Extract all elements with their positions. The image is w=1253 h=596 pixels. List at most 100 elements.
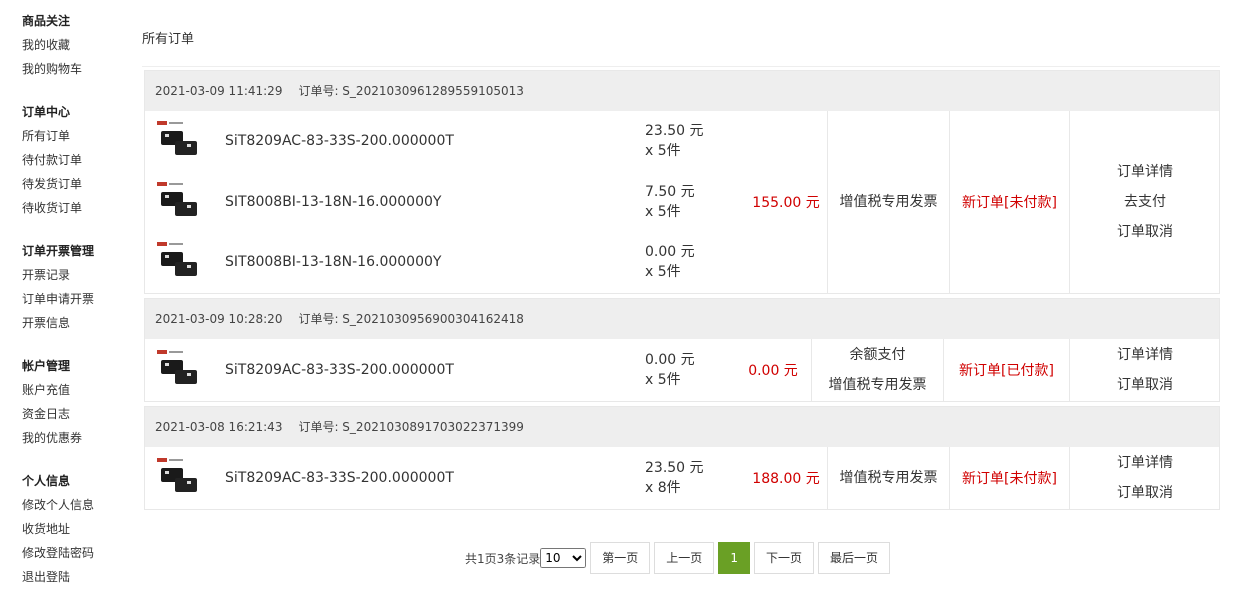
sidebar-item-recharge[interactable]: 账户充值 bbox=[22, 378, 132, 402]
next-page-button[interactable]: 下一页 bbox=[753, 542, 814, 574]
quantity: x 5件 bbox=[645, 264, 681, 280]
cancel-order-link[interactable]: 订单取消 bbox=[1117, 217, 1173, 247]
order-actions: 订单详情 订单取消 bbox=[1069, 339, 1220, 401]
invoice-type: 增值税专用发票 bbox=[839, 194, 938, 210]
quantity: x 5件 bbox=[645, 204, 681, 220]
unit-price: 0.00 元 bbox=[645, 352, 695, 368]
order-time: 2021-03-09 11:41:29 bbox=[155, 84, 283, 98]
order-item: SiT8209AC-83-33S-200.000000T 23.50 元 x 8件 bbox=[145, 448, 745, 508]
last-page-button[interactable]: 最后一页 bbox=[817, 542, 890, 574]
order-actions: 订单详情 订单取消 bbox=[1069, 447, 1220, 509]
quantity: x 8件 bbox=[645, 480, 681, 496]
sidebar-item-apply-invoice[interactable]: 订单申请开票 bbox=[22, 287, 132, 311]
sidebar-group-title: 个人信息 bbox=[22, 474, 71, 488]
sidebar-group-title: 订单开票管理 bbox=[22, 244, 95, 258]
sidebar-item-invoice-records[interactable]: 开票记录 bbox=[22, 263, 132, 287]
product-name[interactable]: SiT8209AC-83-33S-200.000000T bbox=[225, 448, 454, 508]
order-number: 订单号: S_2021030956900304162418 bbox=[298, 312, 524, 326]
order-detail-link[interactable]: 订单详情 bbox=[1117, 157, 1173, 187]
sidebar-item-address[interactable]: 收货地址 bbox=[22, 517, 132, 541]
sidebar-item-unshipped-orders[interactable]: 待发货订单 bbox=[22, 172, 132, 196]
order-body: SiT8209AC-83-33S-200.000000T 0.00 元x 5件 … bbox=[145, 339, 1219, 401]
order-time: 2021-03-08 16:21:43 bbox=[155, 420, 283, 434]
sidebar-item-logout[interactable]: 退出登陆 bbox=[22, 565, 132, 589]
sidebar-group-follow: 商品关注 我的收藏 我的购物车 bbox=[22, 9, 132, 81]
order-detail-link[interactable]: 订单详情 bbox=[1117, 340, 1173, 370]
order-header: 2021-03-09 10:28:20 订单号: S_20210309569003… bbox=[145, 299, 1219, 339]
product-thumbnail[interactable] bbox=[157, 121, 201, 161]
order-item: SIT8008BI-13-18N-16.000000Y 7.50 元 x 5件 bbox=[145, 172, 745, 232]
quantity: x 5件 bbox=[645, 372, 681, 388]
sidebar-item-edit-profile[interactable]: 修改个人信息 bbox=[22, 493, 132, 517]
order-item: SiT8209AC-83-33S-200.000000T 0.00 元 x 5件 bbox=[145, 340, 745, 400]
product-thumbnail[interactable] bbox=[157, 458, 201, 498]
cancel-order-link[interactable]: 订单取消 bbox=[1117, 478, 1173, 508]
pagination: 共1页3条记录 10 第一页 上一页 1 下一页 最后一页 bbox=[465, 542, 894, 574]
payment-method: 余额支付 增值税专用发票 bbox=[811, 339, 943, 401]
product-price: 23.50 元 x 8件 bbox=[645, 458, 704, 498]
product-thumbnail[interactable] bbox=[157, 182, 201, 222]
order-total: 155.00 元 bbox=[752, 195, 820, 211]
sidebar-item-change-password[interactable]: 修改登陆密码 bbox=[22, 541, 132, 565]
current-page-button[interactable]: 1 bbox=[718, 542, 750, 574]
first-page-button[interactable]: 第一页 bbox=[590, 542, 651, 574]
product-thumbnail[interactable] bbox=[157, 350, 201, 390]
cancel-order-link[interactable]: 订单取消 bbox=[1117, 370, 1173, 400]
sidebar-group-orders: 订单中心 所有订单 待付款订单 待发货订单 待收货订单 bbox=[22, 100, 132, 220]
order-header: 2021-03-08 16:21:43 订单号: S_20210308917030… bbox=[145, 407, 1219, 447]
order-total: 0.00 元 bbox=[748, 363, 798, 379]
order-item: SIT8008BI-13-18N-16.000000Y 0.00 元 x 5件 bbox=[145, 232, 745, 292]
product-name[interactable]: SIT8008BI-13-18N-16.000000Y bbox=[225, 172, 441, 232]
product-name[interactable]: SiT8209AC-83-33S-200.000000T bbox=[225, 340, 454, 400]
order-detail-link[interactable]: 订单详情 bbox=[1117, 448, 1173, 478]
sidebar-item-invoice-info[interactable]: 开票信息 bbox=[22, 311, 132, 335]
invoice-type: 增值税专用发票 bbox=[839, 470, 938, 486]
page-title: 所有订单 bbox=[142, 32, 195, 47]
order-card: 2021-03-08 16:21:43 订单号: S_20210308917030… bbox=[144, 406, 1220, 510]
sidebar-group-title: 商品关注 bbox=[22, 14, 71, 28]
sidebar-item-unpaid-orders[interactable]: 待付款订单 bbox=[22, 148, 132, 172]
payment-method: 增值税专用发票 bbox=[827, 111, 949, 293]
payment-method: 增值税专用发票 bbox=[827, 447, 949, 509]
order-status: 新订单[未付款] bbox=[949, 447, 1069, 509]
order-header: 2021-03-09 11:41:29 订单号: S_20210309612895… bbox=[145, 71, 1219, 111]
product-thumbnail[interactable] bbox=[157, 242, 201, 282]
product-name[interactable]: SIT8008BI-13-18N-16.000000Y bbox=[225, 232, 441, 292]
order-status: 新订单[未付款] bbox=[949, 111, 1069, 293]
unit-price: 23.50 元 bbox=[645, 460, 704, 476]
sidebar-item-all-orders[interactable]: 所有订单 bbox=[22, 124, 132, 148]
product-name[interactable]: SiT8209AC-83-33S-200.000000T bbox=[225, 111, 454, 171]
prev-page-button[interactable]: 上一页 bbox=[654, 542, 715, 574]
order-body: SiT8209AC-83-33S-200.000000T 23.50 元 x 5件… bbox=[145, 111, 1219, 293]
sidebar-item-fund-log[interactable]: 资金日志 bbox=[22, 402, 132, 426]
order-card: 2021-03-09 10:28:20 订单号: S_20210309569003… bbox=[144, 298, 1220, 402]
sidebar-item-favorites[interactable]: 我的收藏 bbox=[22, 33, 132, 57]
sidebar-group-invoice: 订单开票管理 开票记录 订单申请开票 开票信息 bbox=[22, 239, 132, 335]
sidebar-item-cart[interactable]: 我的购物车 bbox=[22, 57, 132, 81]
invoice-type: 增值税专用发票 bbox=[828, 377, 927, 393]
sidebar-item-unreceived-orders[interactable]: 待收货订单 bbox=[22, 196, 132, 220]
sidebar-item-coupons[interactable]: 我的优惠券 bbox=[22, 426, 132, 450]
page-size-select[interactable]: 10 bbox=[540, 548, 587, 568]
sidebar-group-title: 订单中心 bbox=[22, 105, 71, 119]
record-count: 共1页3条记录 bbox=[465, 551, 541, 566]
order-card: 2021-03-09 11:41:29 订单号: S_20210309612895… bbox=[144, 70, 1220, 294]
order-body: SiT8209AC-83-33S-200.000000T 23.50 元 x 8件… bbox=[145, 447, 1219, 509]
divider bbox=[142, 66, 1220, 67]
order-number: 订单号: S_2021030961289559105013 bbox=[298, 84, 524, 98]
quantity: x 5件 bbox=[645, 143, 681, 159]
order-total: 188.00 元 bbox=[752, 471, 820, 487]
order-item: SiT8209AC-83-33S-200.000000T 23.50 元 x 5件 bbox=[145, 111, 745, 171]
order-time: 2021-03-09 10:28:20 bbox=[155, 312, 283, 326]
unit-price: 0.00 元 bbox=[645, 244, 695, 260]
unit-price: 7.50 元 bbox=[645, 184, 695, 200]
payment-type: 余额支付 bbox=[849, 347, 906, 363]
sidebar-group-account: 帐户管理 账户充值 资金日志 我的优惠券 bbox=[22, 354, 132, 450]
sidebar-group-profile: 个人信息 修改个人信息 收货地址 修改登陆密码 退出登陆 bbox=[22, 469, 132, 589]
order-actions: 订单详情 去支付 订单取消 bbox=[1069, 111, 1220, 293]
unit-price: 23.50 元 bbox=[645, 123, 704, 139]
order-status: 新订单[已付款] bbox=[943, 339, 1069, 401]
order-number: 订单号: S_2021030891703022371399 bbox=[298, 420, 524, 434]
go-pay-link[interactable]: 去支付 bbox=[1124, 187, 1166, 217]
product-price: 23.50 元 x 5件 bbox=[645, 121, 704, 161]
